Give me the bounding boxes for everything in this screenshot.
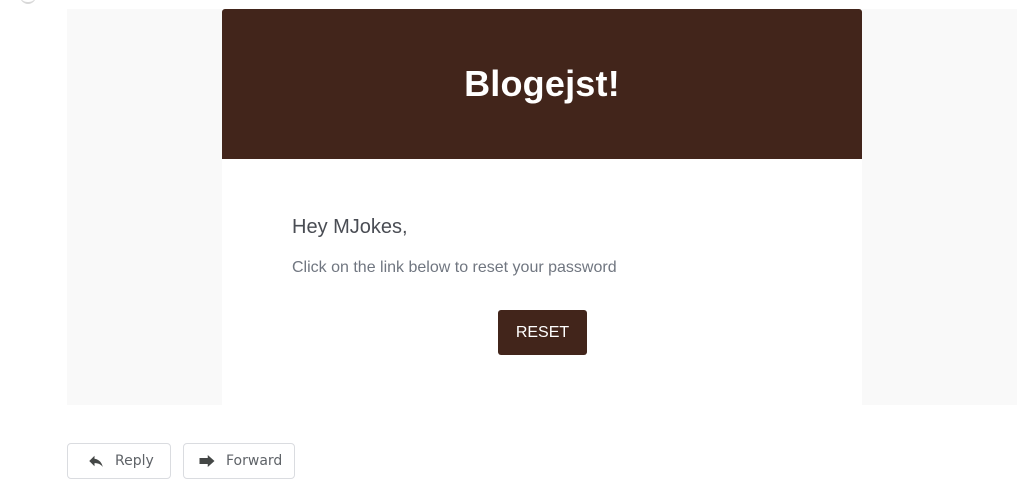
reply-label: Reply [115, 453, 154, 469]
reset-button[interactable]: RESET [498, 310, 587, 355]
forward-icon [198, 452, 216, 470]
email-header-banner: Blogejst! [222, 9, 862, 159]
partial-avatar [20, 0, 36, 4]
email-body: Hey MJokes, Click on the link below to r… [222, 159, 862, 405]
greeting-text: Hey MJokes, [292, 216, 408, 238]
email-card: Blogejst! Hey MJokes, Click on the link … [222, 9, 862, 405]
message-text: Click on the link below to reset your pa… [292, 259, 617, 276]
brand-title: Blogejst! [464, 63, 620, 104]
reply-button[interactable]: Reply [67, 443, 171, 479]
forward-button[interactable]: Forward [183, 443, 295, 479]
forward-label: Forward [226, 453, 283, 469]
reply-icon [87, 452, 105, 470]
